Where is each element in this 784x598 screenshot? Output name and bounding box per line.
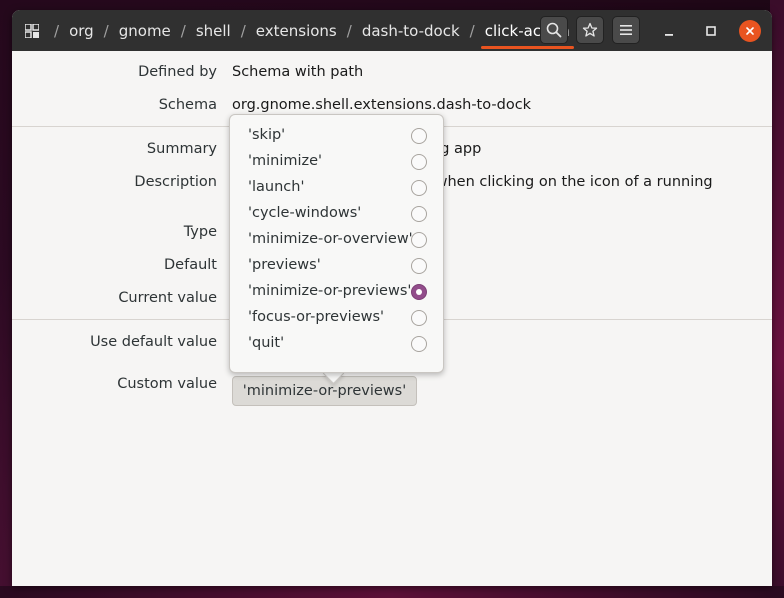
search-icon: [546, 22, 562, 38]
option-item[interactable]: 'cycle-windows': [230, 201, 443, 227]
defined-by-label: Defined by: [138, 64, 217, 80]
current-value-label: Current value: [118, 290, 217, 306]
option-label: 'minimize-or-previews': [248, 283, 412, 299]
close-button[interactable]: [739, 20, 761, 42]
custom-value-button[interactable]: 'minimize-or-previews': [232, 376, 417, 406]
radio-unchecked-icon[interactable]: [411, 180, 427, 196]
breadcrumb-separator: /: [103, 21, 109, 40]
bookmark-button[interactable]: [576, 16, 604, 44]
option-label: 'quit': [248, 335, 285, 351]
schema-value: org.gnome.shell.extensions.dash-to-dock: [232, 97, 532, 113]
option-label: 'skip': [248, 127, 286, 143]
option-item[interactable]: 'skip': [230, 123, 443, 149]
option-item[interactable]: 'focus-or-previews': [230, 305, 443, 331]
search-button[interactable]: [540, 16, 568, 44]
desktop-background-bottom: [0, 586, 784, 598]
option-item[interactable]: 'launch': [230, 175, 443, 201]
breadcrumb-separator: /: [469, 21, 475, 40]
breadcrumb-separator: /: [54, 21, 60, 40]
option-label: 'minimize-or-overview': [248, 231, 413, 247]
option-label: 'cycle-windows': [248, 205, 362, 221]
use-default-value-label: Use default value: [90, 334, 217, 350]
option-label: 'focus-or-previews': [248, 309, 385, 325]
desktop-background: [770, 0, 784, 598]
breadcrumb-gnome[interactable]: gnome: [115, 22, 175, 40]
breadcrumb-separator: /: [346, 21, 352, 40]
minimize-icon: [665, 34, 673, 36]
option-item[interactable]: 'minimize-or-overview': [230, 227, 443, 253]
grid-icon[interactable]: [25, 24, 39, 38]
option-item[interactable]: 'quit': [230, 331, 443, 357]
radio-unchecked-icon[interactable]: [411, 258, 427, 274]
breadcrumb-extensions[interactable]: extensions: [252, 22, 341, 40]
type-label: Type: [183, 224, 217, 240]
breadcrumb-shell[interactable]: shell: [192, 22, 235, 40]
radio-unchecked-icon[interactable]: [411, 232, 427, 248]
radio-unchecked-icon[interactable]: [411, 128, 427, 144]
dconf-editor-window: / org / gnome / shell / extensions / das…: [12, 10, 772, 586]
description-value: l when clicking on the icon of a running: [427, 174, 713, 190]
close-icon: [739, 20, 761, 42]
radio-unchecked-icon[interactable]: [411, 206, 427, 222]
summary-label: Summary: [146, 141, 217, 157]
maximize-button[interactable]: [700, 20, 722, 42]
menu-button[interactable]: [612, 16, 640, 44]
radio-unchecked-icon[interactable]: [411, 310, 427, 326]
hamburger-menu-icon: [620, 25, 632, 35]
default-label: Default: [164, 257, 217, 273]
defined-by-value: Schema with path: [232, 64, 364, 80]
option-item[interactable]: 'minimize': [230, 149, 443, 175]
value-choice-popover: 'skip' 'minimize' 'launch' 'cycle-windows' '…: [229, 114, 444, 373]
headerbar: / org / gnome / shell / extensions / das…: [12, 10, 772, 51]
radio-unchecked-icon[interactable]: [411, 154, 427, 170]
custom-value-label: Custom value: [117, 376, 217, 392]
breadcrumb-dash-to-dock[interactable]: dash-to-dock: [358, 22, 464, 40]
option-item[interactable]: 'minimize-or-previews': [230, 279, 443, 305]
breadcrumb-separator: /: [180, 21, 186, 40]
breadcrumb-separator: /: [240, 21, 246, 40]
minimize-button[interactable]: [658, 20, 680, 42]
breadcrumb: / org / gnome / shell / extensions / das…: [48, 10, 574, 51]
breadcrumb-org[interactable]: org: [65, 22, 98, 40]
option-label: 'minimize': [248, 153, 323, 169]
option-label: 'previews': [248, 257, 321, 273]
radio-checked-icon[interactable]: [411, 284, 427, 300]
description-label: Description: [134, 174, 217, 190]
option-label: 'launch': [248, 179, 305, 195]
maximize-icon: [706, 26, 716, 36]
schema-label: Schema: [158, 97, 217, 113]
radio-unchecked-icon[interactable]: [411, 336, 427, 352]
option-item[interactable]: 'previews': [230, 253, 443, 279]
star-icon: [582, 22, 598, 37]
